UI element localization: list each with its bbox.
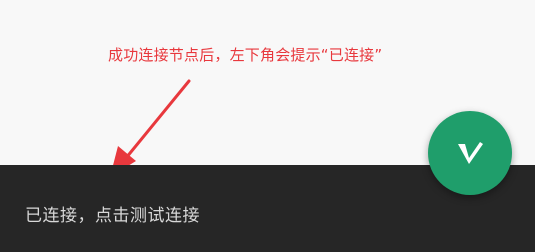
snackbar-message[interactable]: 已连接，点击测试连接	[25, 201, 200, 226]
v-logo-icon	[458, 142, 483, 164]
annotation-text: 成功连接节点后，左下角会提示“已连接”	[108, 46, 383, 64]
connect-fab-button[interactable]	[428, 111, 512, 195]
